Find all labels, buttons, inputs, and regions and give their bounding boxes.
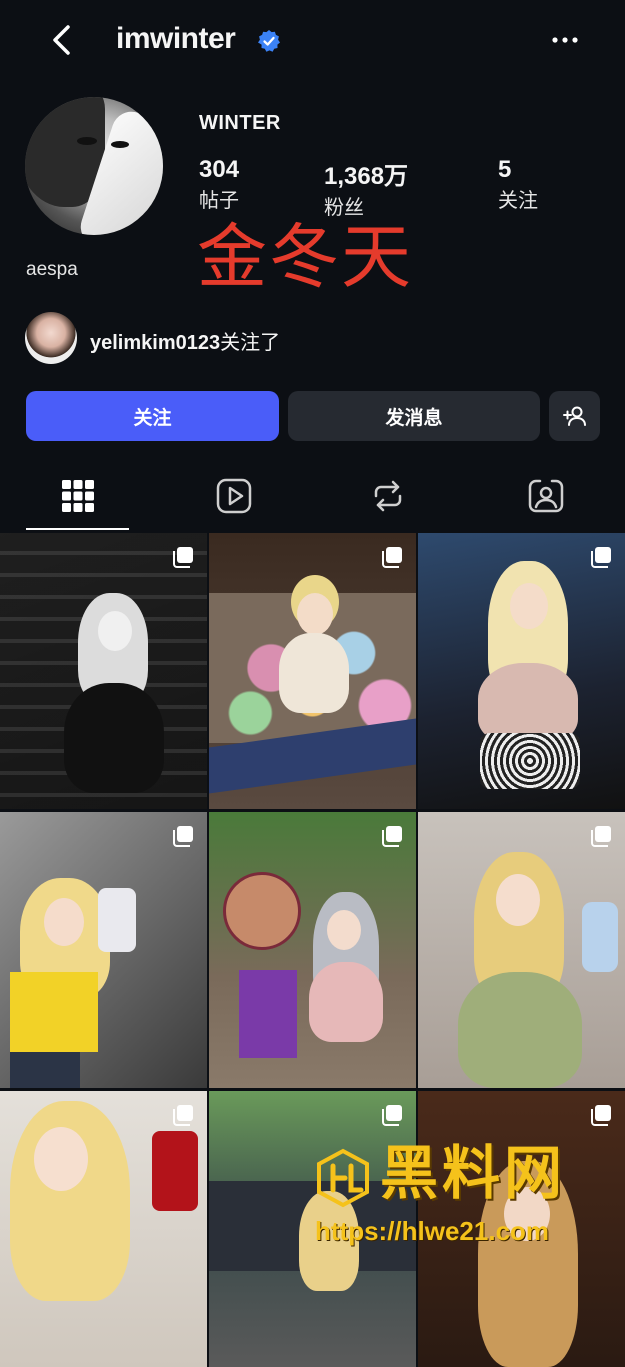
posts-count: 304 (199, 156, 240, 183)
follow-button[interactable]: 关注 (26, 391, 279, 441)
back-chevron-icon[interactable] (44, 22, 80, 58)
watermark-title: 黑料网 (380, 1141, 567, 1206)
message-button[interactable]: 发消息 (288, 391, 540, 441)
display-name: WINTER (199, 112, 281, 134)
following-stat[interactable]: 5 关注 (498, 156, 538, 213)
multiple-photos-icon (591, 1105, 611, 1126)
following-label: 关注 (498, 190, 538, 212)
multiple-photos-icon (591, 547, 611, 568)
post-thumbnail[interactable] (0, 533, 207, 809)
multiple-photos-icon (173, 1105, 193, 1126)
tagged-person-icon[interactable] (526, 476, 566, 516)
multiple-photos-icon (173, 826, 193, 847)
post-thumbnail[interactable] (418, 812, 625, 1088)
posts-stat[interactable]: 304 帖子 (199, 156, 239, 213)
post-thumbnail[interactable] (0, 1091, 207, 1367)
add-person-icon (562, 406, 586, 426)
multiple-photos-icon (591, 826, 611, 847)
post-thumbnail[interactable] (418, 533, 625, 809)
more-options-icon[interactable] (548, 28, 582, 52)
followers-stat[interactable]: 1,368万 粉丝 (324, 156, 408, 220)
watermark-logo-icon (317, 1148, 369, 1208)
repost-icon[interactable] (368, 476, 408, 516)
active-tab-indicator (26, 528, 129, 530)
followers-count: 1,368万 (324, 163, 409, 190)
multiple-photos-icon (382, 547, 402, 568)
mutual-follower-username[interactable]: yelimkim0123 (90, 332, 220, 354)
following-count: 5 (498, 156, 512, 183)
followed-by-suffix: 关注了 (220, 332, 281, 354)
followed-by-text[interactable]: yelimkim0123关注了 (90, 326, 280, 355)
profile-username: imwinter (116, 22, 236, 55)
profile-avatar[interactable] (25, 97, 163, 235)
overlay-caption: 金冬天 (197, 216, 413, 298)
verified-badge-icon (258, 30, 280, 52)
reels-play-icon[interactable] (214, 476, 254, 516)
watermark-url: https://hlwe21.com (315, 1216, 550, 1246)
multiple-photos-icon (173, 547, 193, 568)
post-thumbnail[interactable] (209, 533, 416, 809)
mutual-follower-avatar[interactable] (25, 312, 77, 364)
post-thumbnail[interactable] (209, 812, 416, 1088)
posts-label: 帖子 (199, 190, 239, 212)
multiple-photos-icon (382, 1105, 402, 1126)
post-thumbnail[interactable] (0, 812, 207, 1088)
profile-bio: aespa (26, 259, 78, 280)
multiple-photos-icon (382, 826, 402, 847)
grid-icon[interactable] (58, 476, 98, 516)
suggest-users-button[interactable] (549, 391, 600, 441)
